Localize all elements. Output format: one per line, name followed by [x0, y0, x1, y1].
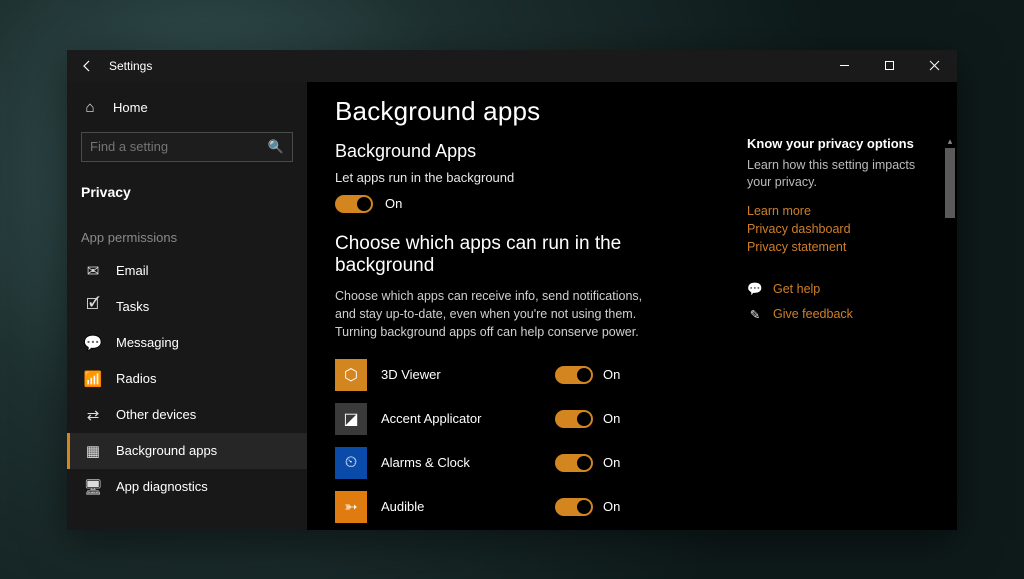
- window-title: Settings: [109, 59, 152, 73]
- settings-window: Settings ⌂ Home 🔍 Privacy App: [67, 50, 957, 530]
- page-title: Background apps: [335, 96, 719, 127]
- master-toggle-state: On: [385, 196, 402, 211]
- sidebar-item-background-apps[interactable]: ▦ Background apps: [67, 433, 307, 469]
- app-row: ⏲ Alarms & Clock On: [335, 441, 719, 485]
- home-nav[interactable]: ⌂ Home: [67, 90, 307, 126]
- section-choose-apps-title: Choose which apps can run in the backgro…: [335, 233, 719, 277]
- app-toggle[interactable]: [555, 454, 593, 472]
- scroll-up-button[interactable]: ▴: [945, 136, 955, 148]
- sidebar-item-app-diagnostics[interactable]: 🖥 App diagnostics: [67, 469, 307, 505]
- search-input[interactable]: 🔍: [81, 132, 293, 162]
- app-toggle-state: On: [603, 455, 620, 470]
- master-toggle-label: Let apps run in the background: [335, 170, 719, 185]
- sidebar-item-label: App diagnostics: [116, 479, 208, 494]
- app-toggle[interactable]: [555, 366, 593, 384]
- app-name: Accent Applicator: [381, 411, 541, 426]
- maximize-button[interactable]: [867, 50, 912, 82]
- sidebar-item-radios[interactable]: 📶 Radios: [67, 361, 307, 397]
- titlebar: Settings: [67, 50, 957, 82]
- give-feedback-label: Give feedback: [773, 307, 853, 321]
- home-label: Home: [113, 100, 148, 115]
- app-toggle[interactable]: [555, 410, 593, 428]
- app-icon: ➳: [335, 491, 367, 523]
- link-learn-more[interactable]: Learn more: [747, 204, 937, 218]
- privacy-options-text: Learn how this setting impacts your priv…: [747, 157, 937, 192]
- app-row: ◪ Accent Applicator On: [335, 397, 719, 441]
- radios-icon: 📶: [84, 370, 102, 388]
- background-apps-icon: ▦: [84, 442, 102, 460]
- sidebar-item-messaging[interactable]: 💬 Messaging: [67, 325, 307, 361]
- master-toggle[interactable]: [335, 195, 373, 213]
- close-button[interactable]: [912, 50, 957, 82]
- home-icon: ⌂: [81, 99, 99, 116]
- app-list: ⬡ 3D Viewer On ◪ Accent Applicator On ⏲ Alarms …: [335, 353, 719, 529]
- get-help-label: Get help: [773, 282, 820, 296]
- diagnostics-icon: 🖥: [84, 478, 102, 496]
- email-icon: ✉: [84, 262, 102, 280]
- get-help-link[interactable]: 💬 Get help: [747, 282, 937, 297]
- sidebar-item-label: Tasks: [116, 299, 149, 314]
- search-icon: 🔍: [268, 139, 284, 155]
- app-icon: ⬡: [335, 359, 367, 391]
- back-button[interactable]: [67, 50, 109, 82]
- app-icon: ⏲: [335, 447, 367, 479]
- app-name: Audible: [381, 499, 541, 514]
- apps-permissions-heading: App permissions: [67, 212, 307, 253]
- scroll-thumb[interactable]: [945, 148, 955, 218]
- devices-icon: ⇄: [84, 406, 102, 424]
- app-toggle-state: On: [603, 411, 620, 426]
- sidebar-item-tasks[interactable]: 🗹 Tasks: [67, 289, 307, 325]
- app-row: ⬡ 3D Viewer On: [335, 353, 719, 397]
- sidebar-item-label: Background apps: [116, 443, 217, 458]
- link-privacy-dashboard[interactable]: Privacy dashboard: [747, 222, 937, 236]
- sidebar-item-email[interactable]: ✉ Email: [67, 253, 307, 289]
- feedback-icon: ✎: [747, 307, 763, 322]
- privacy-options-heading: Know your privacy options: [747, 136, 937, 151]
- tasks-icon: 🗹: [84, 294, 102, 319]
- give-feedback-link[interactable]: ✎ Give feedback: [747, 307, 937, 322]
- sidebar: ⌂ Home 🔍 Privacy App permissions ✉ Email…: [67, 82, 307, 530]
- right-panel: Know your privacy options Learn how this…: [747, 82, 957, 530]
- sidebar-item-label: Radios: [116, 371, 156, 386]
- link-privacy-statement[interactable]: Privacy statement: [747, 240, 937, 254]
- app-name: 3D Viewer: [381, 367, 541, 382]
- sidebar-item-label: Messaging: [116, 335, 179, 350]
- sidebar-item-other-devices[interactable]: ⇄ Other devices: [67, 397, 307, 433]
- messaging-icon: 💬: [84, 334, 102, 352]
- category-heading: Privacy: [67, 172, 307, 212]
- content-area: Background apps Background Apps Let apps…: [307, 82, 957, 530]
- search-field[interactable]: [90, 139, 268, 154]
- sidebar-item-label: Other devices: [116, 407, 196, 422]
- section-background-apps-title: Background Apps: [335, 141, 719, 162]
- main-panel: Background apps Background Apps Let apps…: [307, 82, 747, 530]
- app-toggle[interactable]: [555, 498, 593, 516]
- scrollbar[interactable]: ▴: [945, 136, 955, 530]
- app-toggle-state: On: [603, 499, 620, 514]
- app-name: Alarms & Clock: [381, 455, 541, 470]
- app-toggle-state: On: [603, 367, 620, 382]
- minimize-button[interactable]: [822, 50, 867, 82]
- section-choose-apps-desc: Choose which apps can receive info, send…: [335, 287, 665, 341]
- help-icon: 💬: [747, 282, 763, 297]
- app-row: ➳ Audible On: [335, 485, 719, 529]
- sidebar-item-label: Email: [116, 263, 149, 278]
- app-icon: ◪: [335, 403, 367, 435]
